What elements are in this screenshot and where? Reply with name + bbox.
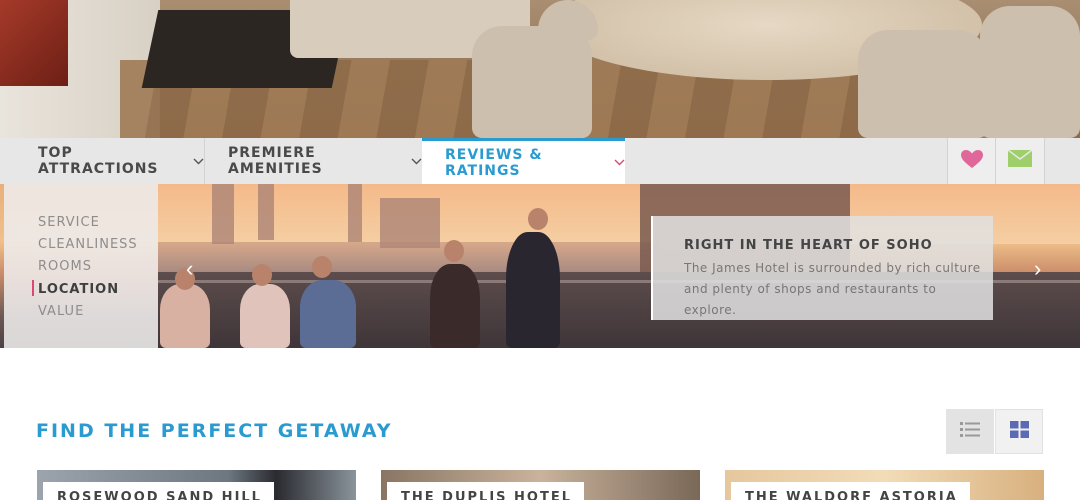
- person: [300, 280, 356, 348]
- person: [430, 264, 480, 348]
- category-location[interactable]: LOCATION: [38, 282, 119, 297]
- wall-artwork: [0, 0, 68, 86]
- chair: [980, 6, 1080, 138]
- person: [240, 284, 290, 348]
- building: [348, 184, 362, 242]
- caption-text: The James Hotel is surrounded by rich cu…: [684, 258, 984, 321]
- person-head: [312, 256, 332, 278]
- chair: [472, 26, 592, 138]
- hotel-card[interactable]: THE DUPLIS HOTEL: [381, 470, 700, 500]
- chevron-down-icon: [193, 155, 204, 168]
- carousel-prev-arrow[interactable]: ‹: [186, 256, 193, 282]
- caption-heading: RIGHT IN THE HEART OF SOHO: [684, 238, 933, 253]
- building: [258, 184, 274, 240]
- person-head: [528, 208, 548, 230]
- chevron-down-icon: [614, 156, 625, 169]
- favorite-button[interactable]: [947, 138, 996, 184]
- person: [160, 284, 210, 348]
- category-service[interactable]: SERVICE: [38, 215, 100, 230]
- caption-line: The James Hotel is surrounded by rich cu…: [684, 261, 981, 275]
- person: [506, 232, 560, 348]
- building: [212, 184, 234, 244]
- category-value[interactable]: VALUE: [38, 304, 84, 319]
- list-view-icon: [960, 421, 980, 443]
- list-view-button[interactable]: [946, 409, 994, 454]
- tab-label: TOP ATTRACTIONS: [38, 145, 159, 177]
- mail-icon: [1007, 149, 1033, 172]
- tab-bar: TOP ATTRACTIONS PREMIERE AMENITIES REVIE…: [0, 138, 1080, 184]
- grid-view-button[interactable]: [995, 409, 1043, 454]
- review-caption: RIGHT IN THE HEART OF SOHO The James Hot…: [651, 216, 993, 320]
- reviews-panel: SERVICE CLEANLINESS ROOMS LOCATION VALUE…: [0, 184, 1080, 348]
- building: [380, 198, 440, 248]
- tab-premiere-amenities[interactable]: PREMIERE AMENITIES: [206, 138, 422, 184]
- person-head: [444, 240, 464, 262]
- tab-reviews-ratings[interactable]: REVIEWS & RATINGS: [422, 138, 625, 184]
- chair: [858, 30, 988, 138]
- caption-line: and plenty of shops and restaurants to e…: [684, 282, 937, 317]
- hero-photo: [0, 0, 1080, 138]
- card-title: THE DUPLIS HOTEL: [387, 482, 585, 500]
- card-title: ROSEWOOD SAND HILL: [43, 482, 274, 500]
- chevron-down-icon: [411, 155, 422, 168]
- active-category-marker: [32, 280, 34, 296]
- category-cleanliness[interactable]: CLEANLINESS: [38, 237, 138, 252]
- section-title: FIND THE PERFECT GETAWAY: [36, 420, 393, 442]
- review-category-menu: SERVICE CLEANLINESS ROOMS LOCATION VALUE: [4, 184, 158, 348]
- hotel-card[interactable]: ROSEWOOD SAND HILL: [37, 470, 356, 500]
- heart-icon: [960, 149, 984, 174]
- tab-top-attractions[interactable]: TOP ATTRACTIONS: [0, 138, 205, 184]
- hotel-card[interactable]: THE WALDORF ASTORIA: [725, 470, 1044, 500]
- contact-button[interactable]: [995, 138, 1045, 184]
- category-rooms[interactable]: ROOMS: [38, 259, 92, 274]
- grid-view-icon: [1009, 420, 1029, 443]
- card-title: THE WALDORF ASTORIA: [731, 482, 970, 500]
- tab-label: REVIEWS & RATINGS: [445, 146, 543, 179]
- tab-label: PREMIERE AMENITIES: [228, 145, 323, 177]
- carousel-next-arrow[interactable]: ›: [1034, 256, 1041, 282]
- person-head: [252, 264, 272, 286]
